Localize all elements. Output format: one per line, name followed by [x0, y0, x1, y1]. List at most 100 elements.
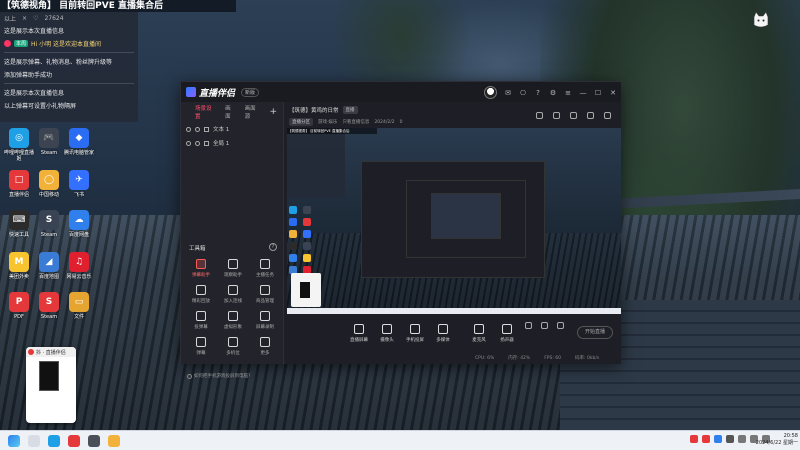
tool-button[interactable]: 投弹幕 — [185, 311, 217, 330]
search-icon[interactable] — [28, 434, 40, 447]
chat-app-taskbar-icon[interactable] — [88, 434, 100, 447]
tool-button[interactable]: 观察助手 — [217, 259, 249, 278]
app-icon: ◎ — [9, 128, 29, 148]
category-button[interactable]: 直播分区 — [289, 118, 313, 126]
source-tool-button[interactable]: 摄像头 — [373, 323, 401, 343]
minimize-icon[interactable]: — — [579, 89, 587, 97]
taskbar-clock[interactable]: 20:58 2024/6/22 星期一 — [756, 433, 798, 447]
app-icon: ▭ — [69, 292, 89, 312]
close-icon[interactable]: ✕ — [609, 89, 617, 97]
tool-button[interactable]: 弹幕 — [185, 337, 217, 356]
source-tool-button[interactable]: 扬声器 — [493, 323, 521, 343]
desktop-icon[interactable]: S Steam — [34, 292, 64, 320]
user-avatar[interactable] — [484, 86, 497, 99]
tray-app-icon[interactable] — [714, 435, 722, 443]
tray-app-icon[interactable] — [690, 435, 698, 443]
source-tool-button[interactable]: 手机投屏 — [401, 323, 429, 343]
desktop-icon[interactable]: ◯ 中国移动 — [34, 170, 64, 198]
phone-cast-help[interactable]: 如何把手机游戏投屏到电脑? — [187, 373, 250, 379]
camera-icon[interactable] — [525, 322, 532, 329]
tool-button[interactable]: 屏幕录制 — [249, 311, 281, 330]
desktop-icon[interactable]: ◎ 哔哩哔哩直播姬 — [4, 128, 34, 162]
chat-line: 本周 Hi 小明 这是欢迎本直播间 — [0, 37, 138, 50]
visibility-icon[interactable] — [186, 126, 191, 132]
wifi-icon[interactable] — [738, 435, 746, 443]
tray-app-icon[interactable] — [702, 435, 710, 443]
desktop-icon-label: PDF — [14, 314, 24, 320]
record-icon[interactable] — [541, 322, 548, 329]
share-screen-icon[interactable] — [553, 112, 560, 119]
tray-app-icon[interactable] — [726, 435, 734, 443]
desktop-icon[interactable]: ▭ 文件 — [64, 292, 94, 320]
pin-icon[interactable] — [570, 112, 577, 119]
message-icon[interactable]: ✉ — [504, 89, 512, 97]
mini-window-titlebar[interactable]: 抖 · 直播伴侣 — [26, 347, 76, 357]
desktop-icon[interactable]: M 美团外卖 — [4, 252, 34, 280]
source-tool-button[interactable]: 直播屏幕 — [345, 323, 373, 343]
desktop-icon-label: 飞书 — [73, 192, 84, 198]
start-menu-icon[interactable] — [8, 434, 20, 447]
gift-icon[interactable]: ⎔ — [519, 89, 527, 97]
taskbar: 20:58 2024/6/22 星期一 — [0, 430, 800, 450]
start-live-button[interactable]: 开始直播 — [577, 326, 613, 339]
tool-label: 多机位 — [226, 351, 240, 356]
room-title[interactable]: 【筑德】黄鸡的日常 — [289, 106, 339, 114]
tab-scene[interactable]: 场景设置 — [195, 104, 216, 120]
tool-button[interactable]: 精彩回放 — [185, 285, 217, 304]
close-icon[interactable]: × — [22, 15, 27, 22]
tool-label: 投弹幕 — [194, 325, 208, 330]
desktop-icon[interactable]: S Steam — [34, 210, 64, 238]
fps-status: FPS: 60 — [544, 355, 562, 361]
scene-item[interactable]: 全局 1 — [181, 136, 283, 150]
lock-icon[interactable] — [195, 140, 200, 146]
tab-screen[interactable]: 画面 — [225, 104, 236, 120]
source-tool-icon — [410, 323, 420, 334]
tool-button[interactable]: 加入连线 — [217, 285, 249, 304]
live-preview[interactable]: 【筑德视角】 目前转回PVE 直播集合后 — [287, 128, 621, 314]
source-tool-label: 摄像头 — [380, 337, 394, 343]
folder-icon[interactable] — [108, 434, 120, 447]
desktop-icon[interactable]: P PDF — [4, 292, 34, 320]
source-tool-button[interactable]: 麦克风 — [465, 323, 493, 343]
tool-icon — [228, 285, 238, 295]
tool-button[interactable]: 虚拟形象 — [217, 311, 249, 330]
live-companion-taskbar-icon[interactable] — [68, 434, 80, 447]
app-titlebar[interactable]: 直播伴侣 新版 ✉ ⎔ ? ⚙ ≡ — ☐ ✕ — [181, 82, 621, 102]
tool-label: 更多 — [260, 351, 270, 356]
shop-icon[interactable] — [536, 112, 543, 119]
tab-source[interactable]: 画面源 — [245, 104, 261, 120]
settings-icon[interactable] — [587, 112, 594, 119]
desktop-icon[interactable]: ☁ 百度网盘 — [64, 210, 94, 238]
maximize-icon[interactable]: ☐ — [594, 89, 602, 97]
desktop-icon[interactable]: ♫ 网易云音乐 — [64, 252, 94, 280]
desktop-icon[interactable]: ◢ 百度地图 — [34, 252, 64, 280]
desktop-icon[interactable]: □ 直播伴侣 — [4, 170, 34, 198]
app-icon: ✈ — [69, 170, 89, 190]
tool-button[interactable]: 主播任务 — [249, 259, 281, 278]
source-tool-button[interactable]: 多媒体 — [429, 323, 457, 343]
settings-icon[interactable]: ⚙ — [549, 89, 557, 97]
menu-icon[interactable]: ≡ — [564, 89, 572, 97]
stream-title-banner: 【筑德视角】 目前转回PVE 直播集合后 — [0, 0, 236, 12]
mini-preview-window[interactable]: 抖 · 直播伴侣 — [26, 347, 76, 423]
visibility-icon[interactable] — [186, 140, 191, 146]
add-icon[interactable]: + — [269, 107, 277, 117]
tool-icon — [196, 259, 206, 269]
share-icon[interactable] — [604, 112, 611, 119]
settings-icon[interactable] — [557, 322, 564, 329]
help-icon[interactable]: ? — [534, 89, 542, 97]
tool-button[interactable]: 更多 — [249, 337, 281, 356]
desktop-icon[interactable]: ✈ 飞书 — [64, 170, 94, 198]
tool-button[interactable]: 多机位 — [217, 337, 249, 356]
tool-button[interactable]: 商品管理 — [249, 285, 281, 304]
help-icon[interactable]: ? — [269, 243, 277, 251]
desktop-icon[interactable]: ◆ 腾讯电脑管家 — [64, 128, 94, 156]
tool-button[interactable]: 弹幕助手 — [185, 259, 217, 278]
browser-icon[interactable] — [48, 434, 60, 447]
desktop-icon[interactable]: 🎮 Steam — [34, 128, 64, 156]
version-badge[interactable]: 新版 — [241, 87, 260, 97]
desktop-icon[interactable]: ⌨ 快速工具 — [4, 210, 34, 238]
lock-icon[interactable] — [195, 126, 200, 132]
scene-item[interactable]: 文本 1 — [181, 122, 283, 136]
tool-label: 虚拟形象 — [224, 325, 242, 330]
